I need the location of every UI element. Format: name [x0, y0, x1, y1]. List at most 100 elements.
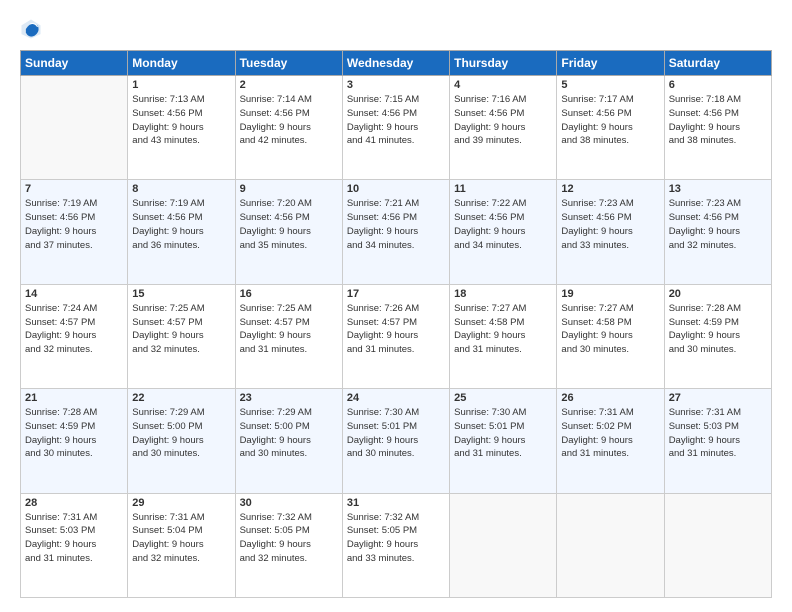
calendar-cell: 3Sunrise: 7:15 AM Sunset: 4:56 PM Daylig… [342, 76, 449, 180]
day-info: Sunrise: 7:18 AM Sunset: 4:56 PM Dayligh… [669, 93, 767, 148]
day-info: Sunrise: 7:26 AM Sunset: 4:57 PM Dayligh… [347, 302, 445, 357]
day-number: 5 [561, 79, 659, 91]
day-info: Sunrise: 7:27 AM Sunset: 4:58 PM Dayligh… [454, 302, 552, 357]
calendar: SundayMondayTuesdayWednesdayThursdayFrid… [20, 50, 772, 598]
day-info: Sunrise: 7:17 AM Sunset: 4:56 PM Dayligh… [561, 93, 659, 148]
day-number: 29 [132, 497, 230, 509]
weekday-header-sunday: Sunday [21, 51, 128, 76]
day-info: Sunrise: 7:30 AM Sunset: 5:01 PM Dayligh… [454, 406, 552, 461]
day-number: 15 [132, 288, 230, 300]
logo [20, 18, 46, 40]
calendar-cell: 31 Sunrise: 7:32 AM Sunset: 5:05 PM Dayli… [342, 493, 449, 597]
weekday-header-row: SundayMondayTuesdayWednesdayThursdayFrid… [21, 51, 772, 76]
calendar-cell: 5 Sunrise: 7:17 AM Sunset: 4:56 PM Daylig… [557, 76, 664, 180]
day-info: Sunrise: 7:24 AM Sunset: 4:57 PM Dayligh… [25, 302, 123, 357]
day-number: 31 [347, 497, 445, 509]
calendar-cell: 4 Sunrise: 7:16 AM Sunset: 4:56 PM Daylig… [450, 76, 557, 180]
day-info: Sunrise: 7:22 AM Sunset: 4:56 PM Dayligh… [454, 197, 552, 252]
day-info: Sunrise: 7:25 AM Sunset: 4:57 PM Dayligh… [240, 302, 338, 357]
calendar-cell: 21 Sunrise: 7:28 AM Sunset: 4:59 PM Dayli… [21, 389, 128, 493]
day-info: Sunrise: 7:31 AM Sunset: 5:04 PM Dayligh… [132, 511, 230, 566]
calendar-cell: 2 Sunrise: 7:14 AM Sunset: 4:56 PM Daylig… [235, 76, 342, 180]
day-info: Sunrise: 7:19 AM Sunset: 4:56 PM Dayligh… [25, 197, 123, 252]
day-number: 10 [347, 183, 445, 195]
day-number: 13 [669, 183, 767, 195]
day-info: Sunrise: 7:20 AM Sunset: 4:56 PM Dayligh… [240, 197, 338, 252]
day-info: Sunrise: 7:27 AM Sunset: 4:58 PM Dayligh… [561, 302, 659, 357]
day-info: Sunrise: 7:31 AM Sunset: 5:03 PM Dayligh… [25, 511, 123, 566]
calendar-cell: 10 Sunrise: 7:21 AM Sunset: 4:56 PM Dayli… [342, 180, 449, 284]
day-number: 16 [240, 288, 338, 300]
calendar-cell [664, 493, 771, 597]
day-number: 20 [669, 288, 767, 300]
page: SundayMondayTuesdayWednesdayThursdayFrid… [0, 0, 792, 612]
day-info: Sunrise: 7:21 AM Sunset: 4:56 PM Dayligh… [347, 197, 445, 252]
day-number: 19 [561, 288, 659, 300]
calendar-week-row: 14 Sunrise: 7:24 AM Sunset: 4:57 PM Dayli… [21, 284, 772, 388]
day-number: 4 [454, 79, 552, 91]
day-number: 1 [132, 79, 230, 91]
day-number: 18 [454, 288, 552, 300]
calendar-cell: 11 Sunrise: 7:22 AM Sunset: 4:56 PM Dayli… [450, 180, 557, 284]
calendar-week-row: 21 Sunrise: 7:28 AM Sunset: 4:59 PM Dayli… [21, 389, 772, 493]
calendar-cell: 14 Sunrise: 7:24 AM Sunset: 4:57 PM Dayli… [21, 284, 128, 388]
calendar-cell: 16 Sunrise: 7:25 AM Sunset: 4:57 PM Dayli… [235, 284, 342, 388]
day-info: Sunrise: 7:30 AM Sunset: 5:01 PM Dayligh… [347, 406, 445, 461]
day-info: Sunrise: 7:32 AM Sunset: 5:05 PM Dayligh… [347, 511, 445, 566]
day-info: Sunrise: 7:13 AM Sunset: 4:56 PM Dayligh… [132, 93, 230, 148]
weekday-header-monday: Monday [128, 51, 235, 76]
header [20, 18, 772, 40]
calendar-cell: 19 Sunrise: 7:27 AM Sunset: 4:58 PM Dayli… [557, 284, 664, 388]
weekday-header-friday: Friday [557, 51, 664, 76]
calendar-cell: 20 Sunrise: 7:28 AM Sunset: 4:59 PM Dayli… [664, 284, 771, 388]
weekday-header-wednesday: Wednesday [342, 51, 449, 76]
calendar-cell: 24 Sunrise: 7:30 AM Sunset: 5:01 PM Dayli… [342, 389, 449, 493]
day-number: 11 [454, 183, 552, 195]
day-info: Sunrise: 7:31 AM Sunset: 5:02 PM Dayligh… [561, 406, 659, 461]
calendar-cell: 17 Sunrise: 7:26 AM Sunset: 4:57 PM Dayli… [342, 284, 449, 388]
day-number: 17 [347, 288, 445, 300]
day-number: 9 [240, 183, 338, 195]
calendar-cell: 18 Sunrise: 7:27 AM Sunset: 4:58 PM Dayli… [450, 284, 557, 388]
day-number: 21 [25, 392, 123, 404]
calendar-week-row: 7 Sunrise: 7:19 AM Sunset: 4:56 PM Daylig… [21, 180, 772, 284]
day-number: 8 [132, 183, 230, 195]
day-number: 30 [240, 497, 338, 509]
day-info: Sunrise: 7:28 AM Sunset: 4:59 PM Dayligh… [669, 302, 767, 357]
day-info: Sunrise: 7:15 AM Sunset: 4:56 PM Dayligh… [347, 93, 445, 148]
day-number: 27 [669, 392, 767, 404]
day-info: Sunrise: 7:23 AM Sunset: 4:56 PM Dayligh… [669, 197, 767, 252]
calendar-cell [450, 493, 557, 597]
weekday-header-thursday: Thursday [450, 51, 557, 76]
day-number: 12 [561, 183, 659, 195]
day-info: Sunrise: 7:25 AM Sunset: 4:57 PM Dayligh… [132, 302, 230, 357]
calendar-cell: 13 Sunrise: 7:23 AM Sunset: 4:56 PM Dayli… [664, 180, 771, 284]
calendar-cell: 29 Sunrise: 7:31 AM Sunset: 5:04 PM Dayli… [128, 493, 235, 597]
day-number: 22 [132, 392, 230, 404]
day-number: 28 [25, 497, 123, 509]
day-number: 2 [240, 79, 338, 91]
day-number: 14 [25, 288, 123, 300]
calendar-cell: 25Sunrise: 7:30 AM Sunset: 5:01 PM Dayli… [450, 389, 557, 493]
calendar-cell: 8Sunrise: 7:19 AM Sunset: 4:56 PM Daylig… [128, 180, 235, 284]
calendar-cell: 23 Sunrise: 7:29 AM Sunset: 5:00 PM Dayli… [235, 389, 342, 493]
day-info: Sunrise: 7:31 AM Sunset: 5:03 PM Dayligh… [669, 406, 767, 461]
calendar-cell: 1 Sunrise: 7:13 AM Sunset: 4:56 PM Daylig… [128, 76, 235, 180]
weekday-header-saturday: Saturday [664, 51, 771, 76]
calendar-cell: 27 Sunrise: 7:31 AM Sunset: 5:03 PM Dayli… [664, 389, 771, 493]
calendar-cell: 28 Sunrise: 7:31 AM Sunset: 5:03 PM Dayli… [21, 493, 128, 597]
day-info: Sunrise: 7:16 AM Sunset: 4:56 PM Dayligh… [454, 93, 552, 148]
day-info: Sunrise: 7:14 AM Sunset: 4:56 PM Dayligh… [240, 93, 338, 148]
day-number: 7 [25, 183, 123, 195]
calendar-cell: 22 Sunrise: 7:29 AM Sunset: 5:00 PM Dayli… [128, 389, 235, 493]
calendar-cell: 7 Sunrise: 7:19 AM Sunset: 4:56 PM Daylig… [21, 180, 128, 284]
day-number: 26 [561, 392, 659, 404]
day-number: 24 [347, 392, 445, 404]
day-info: Sunrise: 7:28 AM Sunset: 4:59 PM Dayligh… [25, 406, 123, 461]
day-info: Sunrise: 7:29 AM Sunset: 5:00 PM Dayligh… [240, 406, 338, 461]
day-info: Sunrise: 7:29 AM Sunset: 5:00 PM Dayligh… [132, 406, 230, 461]
day-number: 23 [240, 392, 338, 404]
day-number: 6 [669, 79, 767, 91]
calendar-cell [21, 76, 128, 180]
calendar-cell: 9 Sunrise: 7:20 AM Sunset: 4:56 PM Daylig… [235, 180, 342, 284]
